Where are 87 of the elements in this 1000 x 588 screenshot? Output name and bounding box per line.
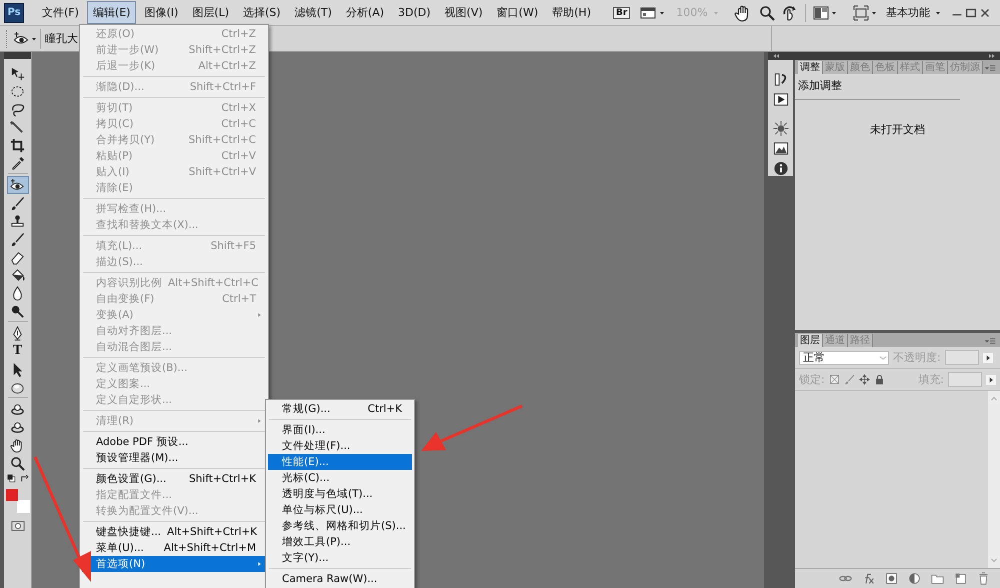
menu-item[interactable]: Adobe PDF 预设... [82, 434, 266, 450]
menu-item[interactable]: 界面(I)... [268, 422, 412, 438]
crop-icon [10, 138, 25, 152]
move-icon[interactable] [858, 374, 870, 385]
menu-item[interactable]: 滤镜(T) [288, 1, 338, 24]
menu-item[interactable]: Camera Raw(W)... [268, 571, 412, 587]
default-colors-icon[interactable] [6, 474, 16, 483]
eye-tool-button[interactable] [6, 176, 28, 194]
menu-item[interactable]: 透明度与色域(T)... [268, 486, 412, 502]
bridge-button[interactable]: Br [612, 6, 630, 18]
history-icon[interactable] [772, 72, 788, 88]
workspace-menu[interactable]: 基本功能 [886, 5, 930, 20]
menu-item[interactable]: 文件处理(F)... [268, 438, 412, 454]
menu-item[interactable]: 增效工具(P)... [268, 534, 412, 550]
opacity-field[interactable] [944, 350, 979, 365]
orbit-icon [10, 420, 25, 434]
panel-heading: 添加调整 [795, 74, 960, 100]
layout-icon[interactable] [812, 4, 830, 20]
menu-item[interactable]: 视图(V) [438, 1, 489, 24]
menu-item[interactable]: 光标(C)... [268, 470, 412, 486]
menu-item[interactable]: 编辑(E) [86, 1, 136, 24]
drop-icon [10, 286, 25, 300]
info-icon[interactable] [772, 160, 788, 176]
play-icon[interactable] [772, 92, 788, 108]
zoom-icon [10, 456, 25, 470]
dodge-icon [10, 304, 25, 318]
eyedropper-icon [10, 156, 25, 170]
eye-icon [10, 178, 25, 192]
menu-item[interactable]: 单位与标尺(U)... [268, 502, 412, 518]
panel-tab[interactable]: 图层 [798, 334, 823, 347]
orbit-icon [10, 402, 25, 416]
menu-item[interactable]: 菜单(U)... Alt+Shift+Ctrl+M [82, 540, 266, 556]
screen-mode-icon[interactable] [638, 4, 658, 20]
arrow-button-icon[interactable] [982, 350, 993, 364]
arrow-button-icon[interactable] [986, 372, 996, 386]
folder-icon[interactable] [931, 572, 944, 585]
move-icon [10, 66, 25, 80]
menu-item[interactable]: 文件(F) [36, 1, 85, 24]
menu-item[interactable]: 键盘快捷键... Alt+Shift+Ctrl+K [82, 524, 266, 540]
zoom-icon[interactable] [758, 4, 775, 20]
lasso-icon [10, 102, 25, 116]
menu-item[interactable]: 图层(L) [186, 1, 236, 24]
menu-item[interactable]: 颜色设置(G)... Shift+Ctrl+K [82, 471, 266, 487]
trash-icon[interactable] [977, 572, 990, 585]
foreground-color-swatch[interactable] [6, 489, 18, 501]
menu-item[interactable]: 性能(E)... [268, 454, 412, 470]
menu-item[interactable]: 帮助(H) [546, 1, 597, 24]
stamp-icon [10, 214, 25, 228]
menu-item[interactable]: 3D(D) [392, 2, 437, 23]
adjustment-icon[interactable] [908, 572, 921, 585]
quick-mask-icon[interactable] [10, 519, 26, 533]
type-tool-button[interactable]: T [6, 342, 28, 360]
option-label: 瞳孔大 [45, 31, 78, 46]
app-logo: Ps [4, 2, 24, 22]
lock-label: 锁定: [799, 372, 825, 387]
brush-icon [10, 196, 25, 210]
bucket-icon [10, 268, 25, 282]
menu-item[interactable]: 分析(A) [340, 1, 390, 24]
mask-icon[interactable] [885, 572, 898, 585]
brush-icon [10, 232, 25, 246]
lock-icon[interactable] [874, 374, 885, 385]
eraser-icon [10, 250, 25, 264]
lock-transparency-icon[interactable] [828, 374, 840, 385]
panel-header [4, 52, 31, 59]
menu-item[interactable]: 首选项(N) [82, 556, 266, 572]
ellipse-icon [10, 84, 25, 98]
opacity-label: 不透明度: [893, 350, 941, 365]
fullscreen-icon[interactable] [852, 4, 870, 20]
fill-field[interactable] [948, 372, 982, 387]
swap-colors-icon[interactable] [20, 474, 28, 483]
empty-message: 未打开文档 [869, 122, 926, 137]
panel-tab[interactable]: 调整 [798, 61, 823, 74]
menu-item[interactable]: 选择(S) [237, 1, 287, 24]
background-color-swatch[interactable] [16, 500, 30, 513]
sun-icon[interactable] [772, 120, 788, 136]
wand-icon [10, 120, 25, 134]
menu-item[interactable]: 常规(G)... Ctrl+K [268, 401, 412, 417]
menu-item[interactable]: 参考线、网格和切片(S)... [268, 518, 412, 534]
menu-item[interactable]: 图像(I) [138, 1, 184, 24]
histogram-icon[interactable] [772, 140, 788, 156]
fill-label: 填充: [918, 372, 944, 387]
blend-mode-dropdown[interactable]: 正常 [799, 350, 889, 364]
new-layer-icon[interactable] [954, 572, 967, 585]
menu-item[interactable]: 文字(Y)... [268, 550, 412, 566]
menu-item[interactable]: 窗口(W) [490, 1, 544, 24]
eye-icon[interactable] [13, 30, 30, 46]
menu-item[interactable]: 预设管理器(M)... [82, 450, 266, 466]
